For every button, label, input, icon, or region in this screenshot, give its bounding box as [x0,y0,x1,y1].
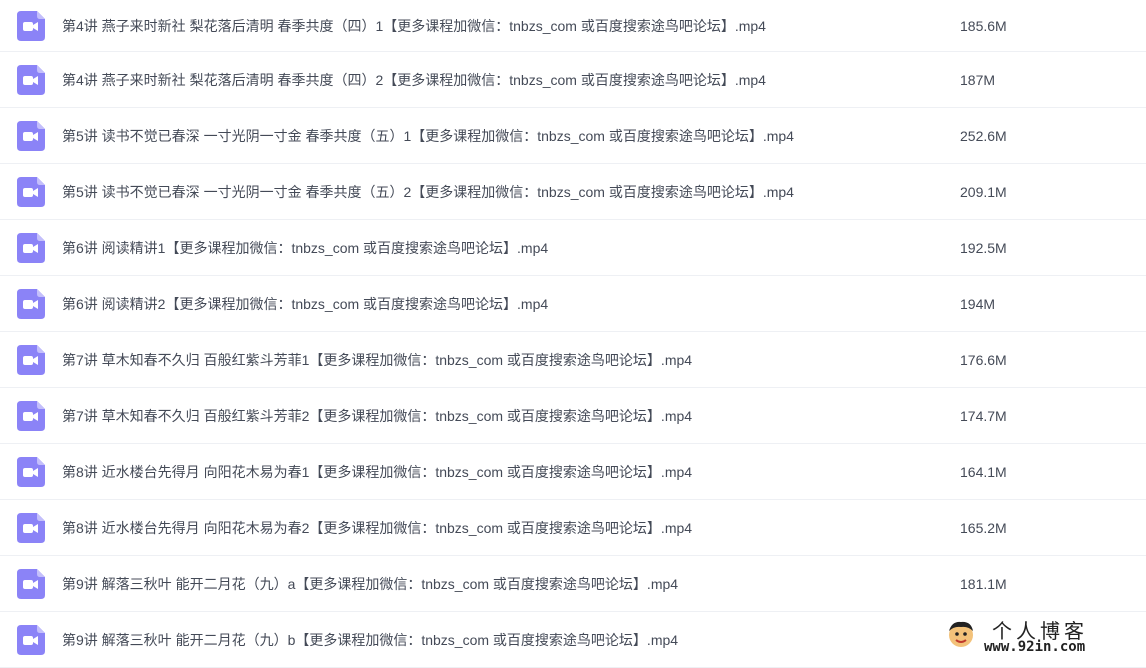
table-row[interactable]: 第7讲 草木知春不久归 百般红紫斗芳菲1【更多课程加微信：tnbzs_com 或… [0,332,1146,388]
file-name[interactable]: 第6讲 阅读精讲2【更多课程加微信：tnbzs_com 或百度搜索途鸟吧论坛】.… [62,276,548,331]
video-file-icon [17,10,45,41]
file-name[interactable]: 第7讲 草木知春不久归 百般红紫斗芳菲1【更多课程加微信：tnbzs_com 或… [62,332,692,387]
video-file-icon [17,120,45,151]
table-row[interactable]: 第8讲 近水楼台先得月 向阳花木易为春1【更多课程加微信：tnbzs_com 或… [0,444,1146,500]
file-name[interactable]: 第9讲 解落三秋叶 能开二月花（九）a【更多课程加微信：tnbzs_com 或百… [62,556,678,611]
video-file-icon [17,232,45,263]
file-size: 192.5M [960,239,1007,256]
video-file-icon [17,456,45,487]
file-name[interactable]: 第9讲 解落三秋叶 能开二月花（九）b【更多课程加微信：tnbzs_com 或百… [62,612,678,667]
file-size: 165.2M [960,519,1007,536]
video-file-icon [17,176,45,207]
table-row[interactable]: 第7讲 草木知春不久归 百般红紫斗芳菲2【更多课程加微信：tnbzs_com 或… [0,388,1146,444]
file-name[interactable]: 第5讲 读书不觉已春深 一寸光阴一寸金 春季共度（五）1【更多课程加微信：tnb… [62,108,794,163]
table-row[interactable]: 第4讲 燕子来时新社 梨花落后清明 春季共度（四）2【更多课程加微信：tnbzs… [0,52,1146,108]
file-size: 252.6M [960,127,1007,144]
video-file-icon [17,64,45,95]
table-row[interactable]: 第5讲 读书不觉已春深 一寸光阴一寸金 春季共度（五）2【更多课程加微信：tnb… [0,164,1146,220]
table-row[interactable]: 第6讲 阅读精讲2【更多课程加微信：tnbzs_com 或百度搜索途鸟吧论坛】.… [0,276,1146,332]
table-row[interactable]: 第5讲 读书不觉已春深 一寸光阴一寸金 春季共度（五）1【更多课程加微信：tnb… [0,108,1146,164]
file-name[interactable]: 第4讲 燕子来时新社 梨花落后清明 春季共度（四）2【更多课程加微信：tnbzs… [62,52,766,107]
file-name[interactable]: 第8讲 近水楼台先得月 向阳花木易为春2【更多课程加微信：tnbzs_com 或… [62,500,692,555]
file-list: 第4讲 燕子来时新社 梨花落后清明 春季共度（四）1【更多课程加微信：tnbzs… [0,0,1146,668]
table-row[interactable]: 第6讲 阅读精讲1【更多课程加微信：tnbzs_com 或百度搜索途鸟吧论坛】.… [0,220,1146,276]
video-file-icon [17,288,45,319]
table-row[interactable]: 第8讲 近水楼台先得月 向阳花木易为春2【更多课程加微信：tnbzs_com 或… [0,500,1146,556]
file-name[interactable]: 第7讲 草木知春不久归 百般红紫斗芳菲2【更多课程加微信：tnbzs_com 或… [62,388,692,443]
file-name[interactable]: 第8讲 近水楼台先得月 向阳花木易为春1【更多课程加微信：tnbzs_com 或… [62,444,692,499]
video-file-icon [17,568,45,599]
file-size: 185.6M [960,17,1007,34]
file-size: 176.6M [960,351,1007,368]
file-size: 187M [960,71,996,88]
file-size: 174.7M [960,407,1007,424]
video-file-icon [17,624,45,655]
video-file-icon [17,512,45,543]
file-size: 181.1M [960,575,1007,592]
table-row[interactable]: 第9讲 解落三秋叶 能开二月花（九）a【更多课程加微信：tnbzs_com 或百… [0,556,1146,612]
file-size: 194M [960,295,996,312]
table-row[interactable]: 第9讲 解落三秋叶 能开二月花（九）b【更多课程加微信：tnbzs_com 或百… [0,612,1146,668]
file-size: 164.1M [960,463,1007,480]
video-file-icon [17,400,45,431]
file-name[interactable]: 第5讲 读书不觉已春深 一寸光阴一寸金 春季共度（五）2【更多课程加微信：tnb… [62,164,794,219]
table-row[interactable]: 第4讲 燕子来时新社 梨花落后清明 春季共度（四）1【更多课程加微信：tnbzs… [0,0,1146,52]
video-file-icon [17,344,45,375]
file-name[interactable]: 第6讲 阅读精讲1【更多课程加微信：tnbzs_com 或百度搜索途鸟吧论坛】.… [62,220,548,275]
file-size: 209.1M [960,183,1007,200]
file-name[interactable]: 第4讲 燕子来时新社 梨花落后清明 春季共度（四）1【更多课程加微信：tnbzs… [62,0,766,51]
